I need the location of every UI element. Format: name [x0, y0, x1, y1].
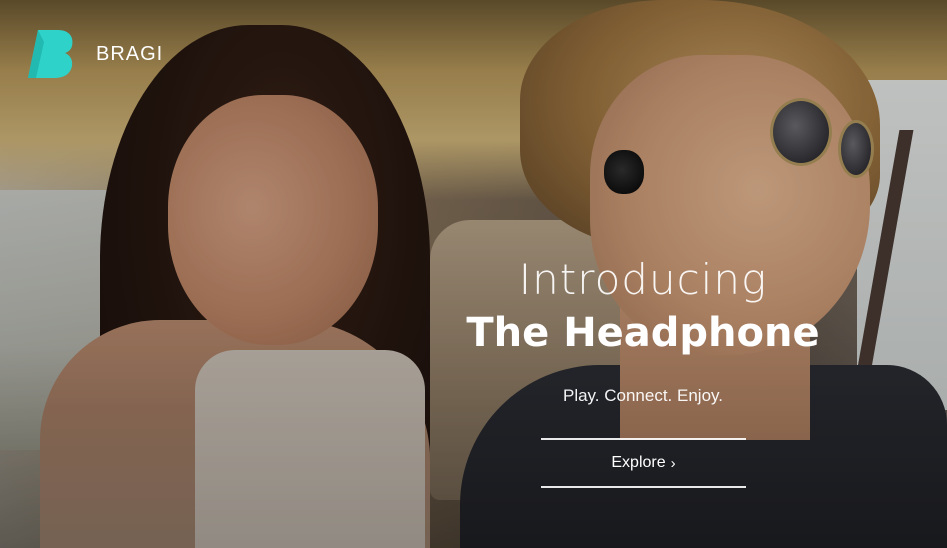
intro-heading: Introducing [518, 255, 768, 304]
bragi-logo-icon [28, 30, 73, 78]
explore-label: Explore [611, 454, 666, 471]
brand-logo-link[interactable]: BRAGI [28, 28, 163, 80]
tagline: Play. Connect. Enjoy. [562, 386, 723, 405]
product-title: The Headphone [466, 310, 820, 356]
brand-name: BRAGI [96, 42, 164, 65]
explore-button[interactable]: Explore › [541, 438, 746, 488]
chevron-right-icon: › [670, 454, 676, 472]
hero-banner: BRAGI Introducing The Headphone Play. Co… [0, 0, 947, 548]
hero-headline: Introducing The Headphone [443, 252, 843, 358]
